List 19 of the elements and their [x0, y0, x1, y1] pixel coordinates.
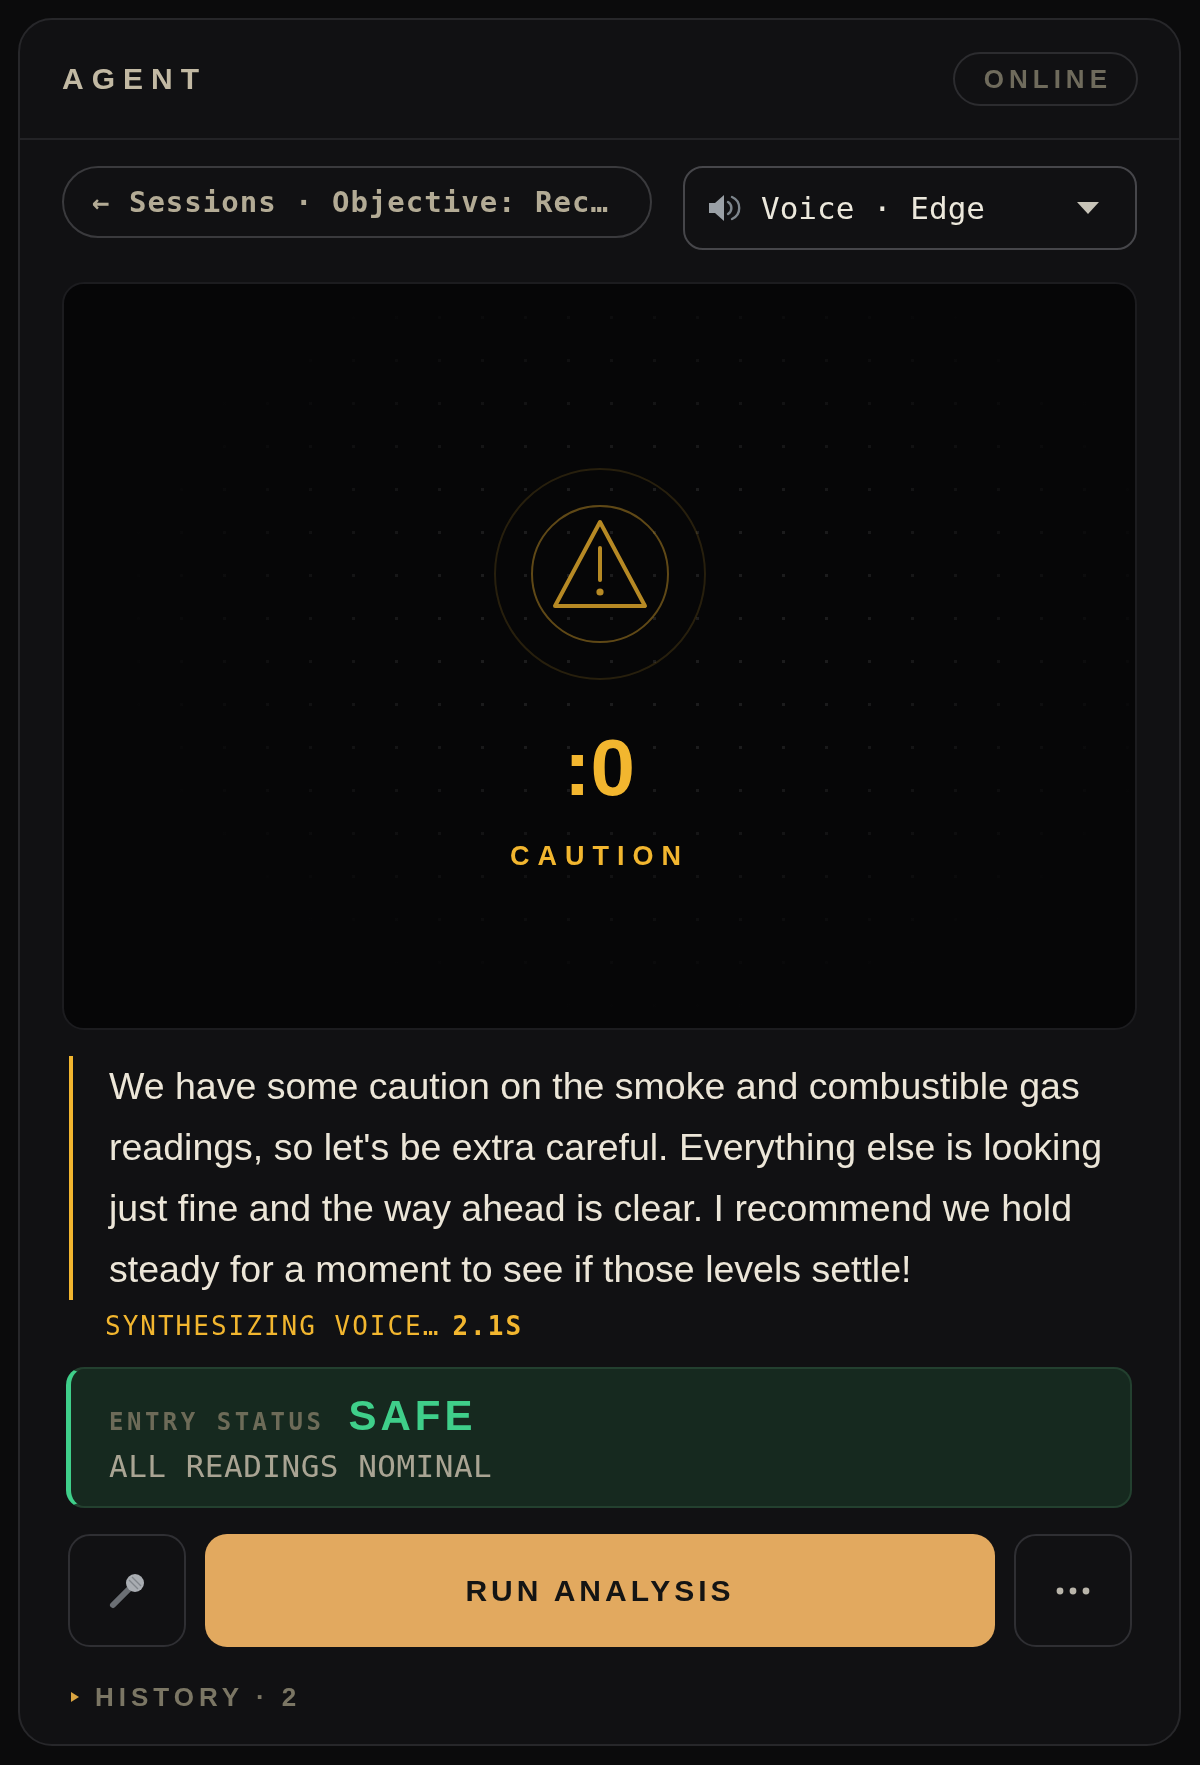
history-toggle[interactable]: HISTORY · 2 — [70, 1681, 302, 1713]
entry-status-detail: ALL READINGS NOMINAL — [109, 1447, 494, 1485]
microphone-button[interactable] — [68, 1534, 186, 1647]
speaker-icon — [707, 193, 741, 223]
alert-level-label: CAUTION — [510, 840, 689, 873]
agent-message: We have some caution on the smoke and combustible gas readings, so let's be extra careful. Everything else is looking just fine and the way ahead is clear. I recommend we hold steady for a moment to see if those levels settle! — [69, 1056, 1137, 1300]
entry-status-label: ENTRY STATUS — [109, 1408, 325, 1436]
more-icon — [1056, 1586, 1090, 1595]
connection-status: ONLINE — [952, 52, 1138, 106]
voice-select[interactable]: Voice · Edge — [683, 166, 1137, 250]
panel-title: AGENT — [62, 62, 207, 96]
alert-reading: :0 — [563, 723, 636, 813]
run-analysis-button[interactable]: RUN ANALYSIS — [205, 1534, 995, 1647]
warning-icon — [493, 468, 706, 680]
entry-status-value: SAFE — [348, 1393, 477, 1439]
sessions-back-button[interactable]: ← Sessions · Objective: Rec… — [62, 166, 652, 238]
caret-icon — [1077, 202, 1099, 214]
synthesis-time: 2.1S — [452, 1310, 524, 1342]
synthesis-status: SYNTHESIZING VOICE… — [105, 1310, 441, 1342]
